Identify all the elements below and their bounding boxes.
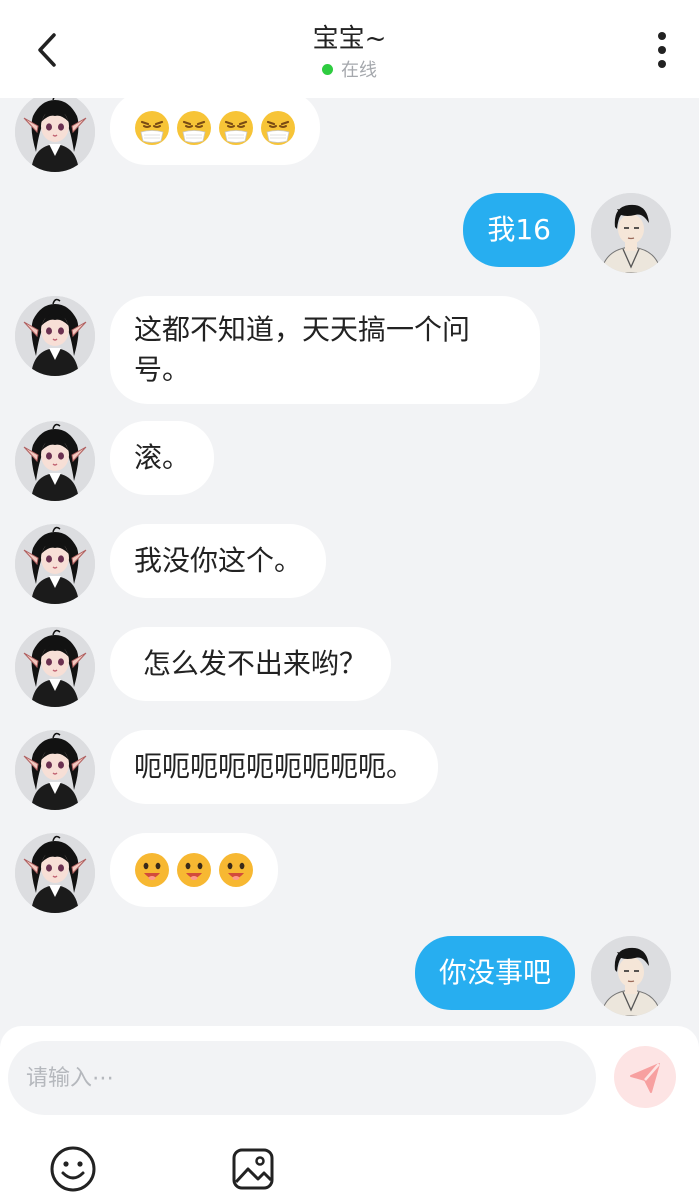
smiley-icon (50, 1146, 96, 1192)
send-icon (630, 1063, 660, 1093)
more-vertical-icon (658, 32, 666, 68)
message-bubble[interactable]: 呃呃呃呃呃呃呃呃呃。 (110, 730, 439, 804)
image-icon (232, 1148, 274, 1190)
send-button[interactable] (614, 1046, 676, 1108)
contact-avatar[interactable] (15, 730, 95, 810)
online-status-label: 在线 (341, 60, 377, 81)
mask-face-emoji (219, 111, 253, 145)
message-bubble[interactable]: 我16 (463, 193, 575, 267)
message-bubble[interactable]: 你没事吧 (414, 936, 575, 1010)
contact-avatar[interactable] (15, 98, 95, 172)
mask-face-emoji (261, 111, 295, 145)
emoji-group (134, 850, 254, 890)
message-bubble[interactable]: 怎么发不出来哟？ (110, 627, 391, 701)
smile-face-emoji (219, 853, 253, 887)
user-avatar[interactable] (591, 936, 671, 1016)
more-options-button[interactable] (647, 28, 677, 72)
mask-face-emoji (177, 111, 211, 145)
online-dot-icon (322, 64, 333, 75)
message-bubble[interactable] (110, 833, 278, 907)
contact-avatar[interactable] (15, 421, 95, 501)
user-avatar[interactable] (591, 193, 671, 273)
smile-face-emoji (177, 853, 211, 887)
mask-face-emoji (135, 111, 169, 145)
message-bubble[interactable] (110, 98, 320, 165)
online-status: 在线 (0, 56, 699, 82)
chat-title: 宝宝~ (312, 24, 387, 54)
contact-avatar[interactable] (15, 833, 95, 913)
image-button[interactable] (228, 1144, 278, 1194)
contact-avatar[interactable] (15, 627, 95, 707)
emoji-group (134, 108, 296, 148)
message-bubble[interactable]: 这都不知道，天天搞一个问号。 (110, 296, 540, 404)
smile-face-emoji (135, 853, 169, 887)
input-bar (0, 1026, 699, 1201)
emoji-button[interactable] (48, 1144, 98, 1194)
contact-avatar[interactable] (15, 524, 95, 604)
message-bubble[interactable]: 滚。 (110, 421, 215, 495)
message-list[interactable]: 我16 这都不知道，天天搞一个问号。 滚。 我没你这个。 怎么发不出来哟？ 呃呃… (0, 98, 699, 1026)
message-bubble[interactable]: 我没你这个。 (110, 524, 327, 598)
chat-header: 宝宝~ 在线 (0, 0, 699, 98)
contact-avatar[interactable] (15, 296, 95, 376)
message-input[interactable] (8, 1041, 596, 1115)
